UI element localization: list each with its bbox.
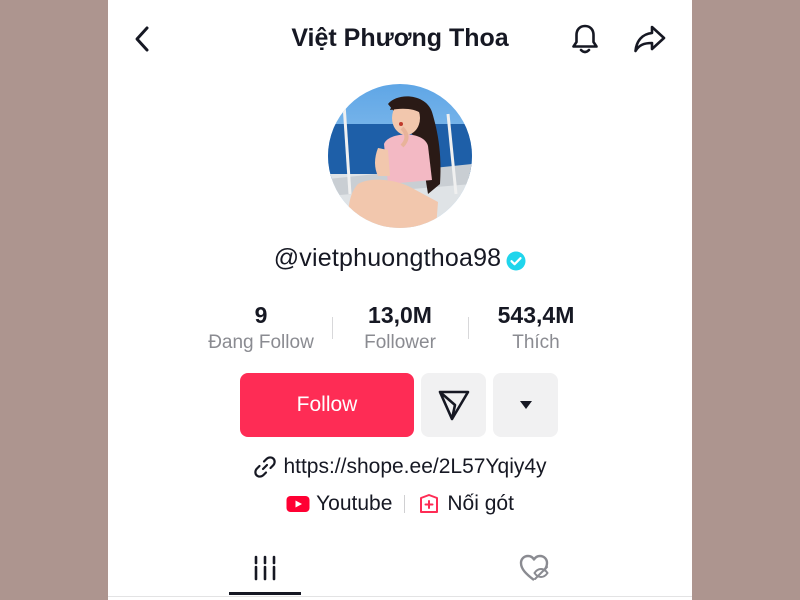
bio-link-text: https://shope.ee/2L57Yqiy4y bbox=[283, 455, 547, 478]
add-friend-link[interactable]: Nối gót bbox=[417, 492, 514, 516]
profile-stats: 9 Đang Follow 13,0M Follower 543,4M Thíc… bbox=[108, 300, 692, 360]
social-divider bbox=[404, 495, 406, 513]
following-label: Đang Follow bbox=[208, 332, 314, 353]
top-bar: Việt Phương Thoa bbox=[108, 0, 692, 80]
add-friend-label: Nối gót bbox=[447, 492, 514, 515]
youtube-icon bbox=[286, 496, 310, 512]
bio-link[interactable]: https://shope.ee/2L57Yqiy4y bbox=[108, 455, 692, 479]
add-friend-icon bbox=[420, 494, 439, 513]
share-arrow-icon bbox=[634, 25, 666, 53]
page-title: Việt Phương Thoa bbox=[291, 24, 509, 52]
notifications-button[interactable] bbox=[566, 20, 604, 58]
back-button[interactable] bbox=[126, 22, 158, 56]
likes-label: Thích bbox=[512, 332, 560, 353]
caret-down-icon bbox=[519, 401, 532, 409]
followers-stat[interactable]: 13,0M Follower bbox=[348, 300, 452, 356]
verified-badge-icon bbox=[506, 251, 526, 270]
tabs-divider bbox=[108, 596, 692, 597]
following-count: 9 bbox=[254, 302, 268, 328]
profile-screen: Việt Phương Thoa @vietphuongthoa98 9 Đan… bbox=[108, 0, 692, 600]
avatar-photo bbox=[328, 84, 472, 228]
follow-button[interactable]: Follow bbox=[240, 373, 414, 437]
youtube-link[interactable]: Youtube bbox=[286, 492, 392, 516]
send-message-icon bbox=[438, 390, 469, 421]
likes-stat[interactable]: 543,4M Thích bbox=[478, 300, 594, 356]
followers-label: Follower bbox=[364, 332, 436, 353]
chevron-left-icon bbox=[135, 26, 149, 52]
social-links: Youtube Nối gót bbox=[108, 492, 692, 516]
more-options-button[interactable] bbox=[493, 373, 558, 437]
youtube-label: Youtube bbox=[316, 492, 393, 515]
username-row: @vietphuongthoa98 bbox=[108, 244, 692, 273]
link-icon bbox=[254, 456, 277, 478]
likes-count: 543,4M bbox=[497, 302, 575, 328]
videos-grid-icon bbox=[254, 555, 276, 581]
stat-divider bbox=[468, 317, 469, 339]
stat-divider bbox=[332, 317, 333, 339]
avatar[interactable] bbox=[328, 84, 472, 228]
share-button[interactable] bbox=[631, 20, 669, 58]
profile-tabs bbox=[108, 540, 692, 600]
tab-liked[interactable] bbox=[498, 540, 570, 596]
message-button[interactable] bbox=[421, 373, 486, 437]
followers-count: 13,0M bbox=[368, 302, 432, 328]
username: @vietphuongthoa98 bbox=[273, 244, 502, 272]
liked-hidden-icon bbox=[519, 554, 549, 581]
tab-videos[interactable] bbox=[229, 540, 301, 596]
following-stat[interactable]: 9 Đang Follow bbox=[203, 300, 319, 356]
bell-icon bbox=[572, 24, 598, 54]
